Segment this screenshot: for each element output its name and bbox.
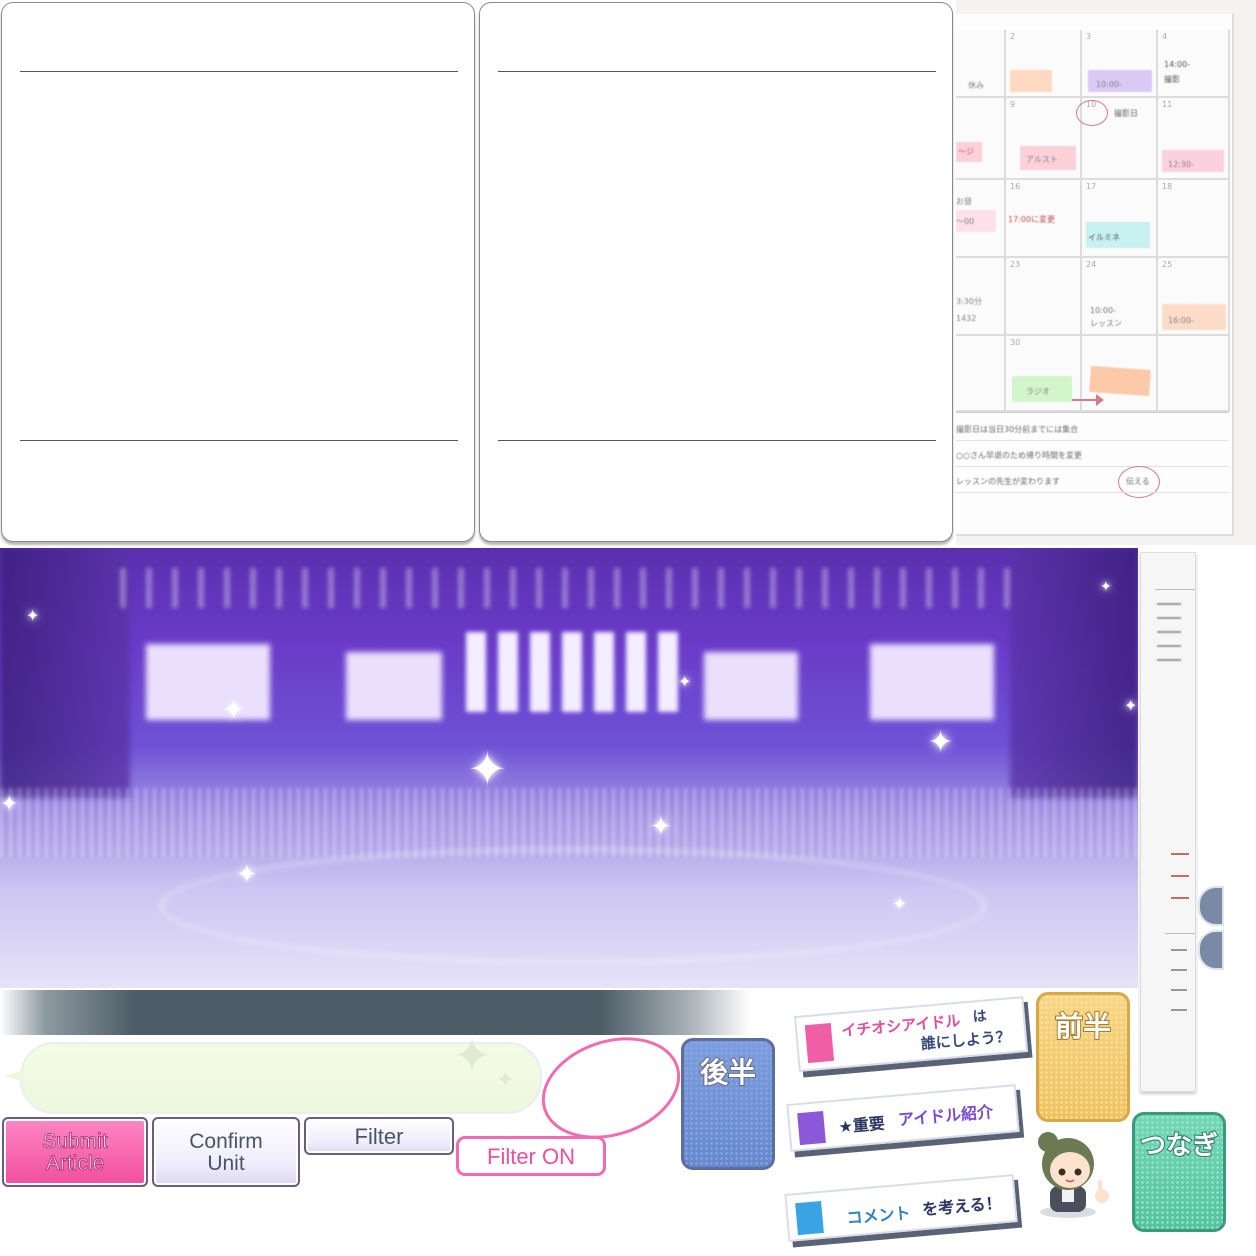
submit-article-button[interactable]: Submit Article: [2, 1117, 148, 1187]
sparkle-icon: ✦: [678, 672, 692, 691]
calendar-entry: アルスト: [1026, 155, 1058, 164]
calendar-note: ○○さん早退のため帰り時間を変更: [956, 451, 1082, 460]
article-panel-left: [1, 2, 475, 542]
character-avatar: [1026, 1120, 1122, 1220]
partial-document: [1140, 552, 1196, 1092]
panel-divider-bottom: [498, 440, 936, 441]
kouhan-button[interactable]: 後半: [681, 1038, 775, 1170]
banner-oshi-idol[interactable]: イチオシアイドル は 誰にしよう？: [793, 996, 1029, 1072]
calendar-entry: 14:00-: [1164, 60, 1190, 69]
sparkle-icon: ✦: [650, 812, 672, 842]
sparkle-icon: ✦: [236, 860, 258, 890]
calendar-entry: 撮影: [1164, 75, 1180, 84]
panel-divider-top: [498, 71, 936, 72]
banner-important-intro[interactable]: ★重要 アイドル紹介: [786, 1084, 1020, 1152]
calendar-note: レッスンの先生が変わります: [956, 477, 1060, 486]
confirm-unit-button[interactable]: Confirm Unit: [152, 1117, 300, 1187]
sparkle-icon: ✦: [496, 1068, 515, 1093]
zenhan-button[interactable]: 前半: [1036, 992, 1130, 1122]
calendar-entry: 10:00-: [1096, 80, 1122, 89]
sparkle-icon: ✦: [452, 1028, 493, 1084]
calendar-entry: 〜ジ: [958, 147, 974, 156]
schedule-calendar: 2 3 4 9 10 11 16 17 18 23 24 25 30 休み 10…: [956, 0, 1256, 545]
banner-comment[interactable]: コメント を考える！: [784, 1174, 1018, 1242]
circle-button-icon[interactable]: [1198, 930, 1224, 970]
panel-divider-bottom: [20, 440, 458, 441]
calendar-entry: ラジオ: [1026, 387, 1050, 396]
calendar-note: 撮影日は当日30分前までには集合: [956, 425, 1079, 434]
calendar-tag: [1010, 70, 1052, 92]
hand-circle-mark: [1076, 100, 1108, 126]
sparkle-icon: ✦: [0, 792, 19, 817]
gradient-strip: [0, 990, 750, 1035]
calendar-entry: 1432: [956, 314, 977, 323]
calendar-entry: 撮影日: [1114, 109, 1138, 118]
tsunagi-button[interactable]: つなぎ: [1132, 1112, 1226, 1232]
calendar-entry: 3:30分: [956, 297, 982, 306]
filter-button[interactable]: Filter: [304, 1117, 454, 1155]
calendar-entry: 〜00: [956, 217, 975, 226]
filter-on-button[interactable]: Filter ON: [456, 1136, 606, 1176]
sparkle-icon: ✦: [222, 693, 246, 726]
sparkle-icon: ✦: [892, 894, 908, 915]
sparkle-icon: ✦: [1100, 579, 1112, 595]
calendar-entry: レッスン: [1090, 319, 1122, 328]
article-panel-right: [479, 2, 953, 542]
calendar-tag: [1089, 365, 1151, 397]
calendar-entry: 休み: [968, 81, 984, 90]
panel-divider-top: [20, 71, 458, 72]
hand-circle-mark: [1118, 466, 1160, 498]
sparkle-icon: ✦: [468, 742, 507, 796]
sparkle-icon: ✦: [928, 725, 954, 760]
calendar-entry: イルミネ: [1088, 233, 1120, 242]
calendar-entry: 17:00に変更: [1008, 215, 1056, 224]
calendar-entry: お昼: [956, 197, 972, 206]
concert-stage-image: ✦ ✦ ✦ ✦ ✦ ✦ ✦ ✦ ✦ ✦ ✦: [0, 548, 1138, 988]
calendar-entry: 16:00-: [1168, 316, 1194, 325]
calendar-entry: 10:00-: [1090, 306, 1116, 315]
circle-button-icon[interactable]: [1198, 886, 1224, 926]
sparkle-icon: ✦: [1124, 696, 1138, 715]
calendar-entry: 12:30-: [1168, 160, 1194, 169]
sparkle-icon: ✦: [26, 606, 40, 625]
